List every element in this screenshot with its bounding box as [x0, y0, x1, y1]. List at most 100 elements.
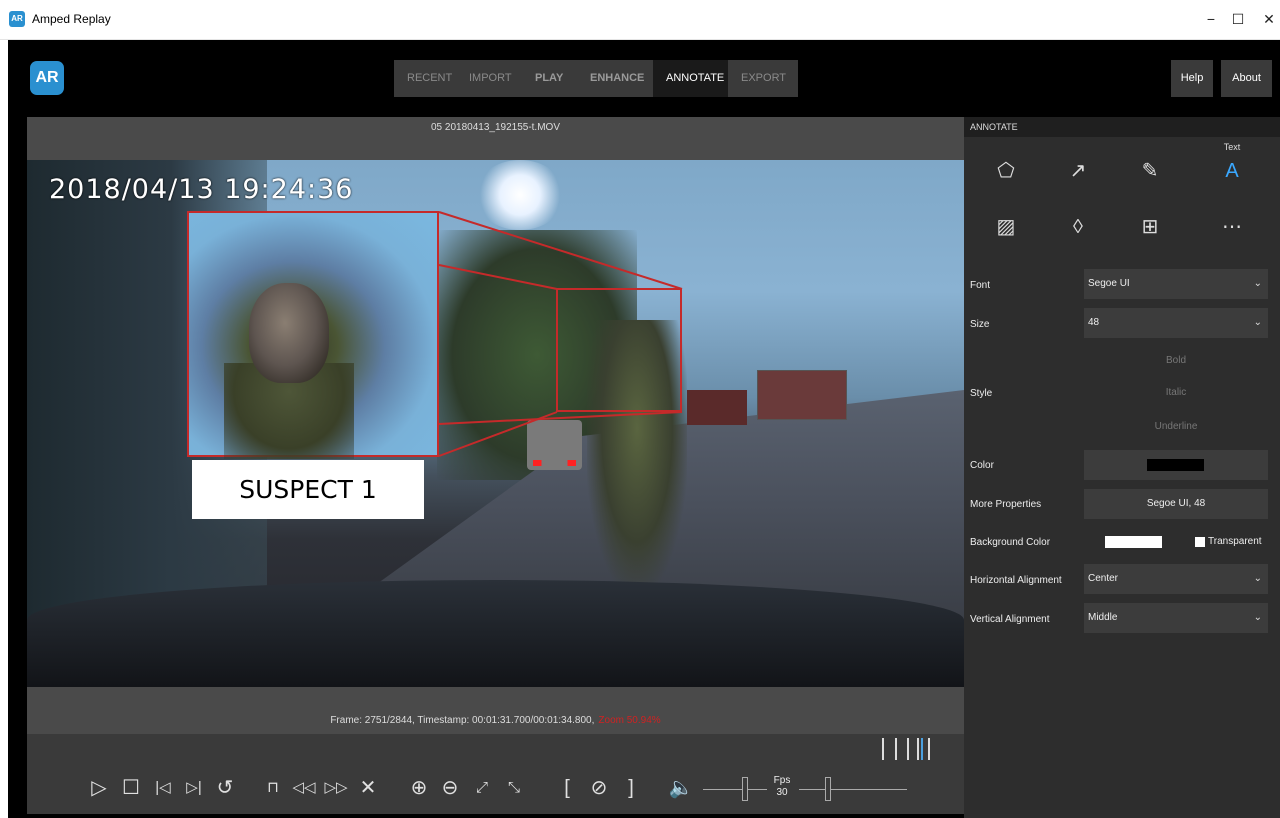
app-icon: AR — [9, 11, 25, 27]
more-icon[interactable]: ⋯ — [1202, 207, 1262, 247]
text-icon[interactable]: Text A — [1202, 142, 1262, 191]
timeline-marker[interactable] — [907, 738, 909, 760]
video-viewer: 05 20180413_192155-t.MOV 2018/04/13 19:2… — [27, 117, 964, 764]
bold-button[interactable]: Bold — [1084, 346, 1268, 376]
magnifier-connector-lines — [438, 211, 683, 457]
horizontal-alignment-value: Center — [1088, 573, 1119, 584]
horizontal-alignment-dropdown[interactable]: Center ⌄ — [1084, 564, 1268, 594]
maximize-button[interactable]: ☐ — [1223, 8, 1253, 30]
mark-in-icon[interactable]: [ — [553, 773, 581, 803]
chevron-down-icon: ⌄ — [1253, 573, 1262, 584]
transparent-label: Transparent — [1208, 536, 1262, 547]
background-color-swatch[interactable] — [1105, 536, 1162, 548]
text-color-swatch — [1147, 459, 1204, 471]
tab-import[interactable]: IMPORT — [456, 60, 522, 97]
timeline-marker[interactable] — [917, 738, 919, 760]
annotation-tools: ⬠ ↗ ✎ Text A ▨ ◊ ⊞ ⋯ — [964, 137, 1280, 267]
timeline-marker[interactable] — [882, 738, 884, 760]
shape-icon[interactable]: ⬠ — [976, 151, 1036, 191]
fps-title: Fps — [773, 775, 791, 786]
fps-slider-track[interactable] — [799, 789, 907, 790]
stop-icon[interactable]: ☐ — [117, 773, 145, 803]
close-window-button[interactable]: ✕ — [1254, 8, 1280, 30]
timeline-playhead[interactable] — [921, 738, 923, 760]
background-color-label: Background Color — [970, 537, 1051, 548]
zoom-level-text: Zoom 50.94% — [598, 715, 661, 726]
font-label: Font — [970, 280, 991, 291]
window-title: Amped Replay — [32, 12, 111, 26]
timeline-marker[interactable] — [895, 738, 897, 760]
fps-value: 30 — [776, 787, 788, 798]
window-titlebar: AR Amped Replay − ☐ ✕ — [0, 0, 1280, 40]
volume-slider-handle[interactable] — [742, 777, 748, 801]
italic-button[interactable]: Italic — [1084, 378, 1268, 408]
volume-icon[interactable]: 🔈 — [667, 773, 695, 803]
volume-slider-track[interactable] — [703, 789, 767, 790]
text-tool-label: Text — [1223, 142, 1241, 152]
play-icon[interactable]: ▷ — [85, 773, 113, 803]
blur-icon[interactable]: ◊ — [1048, 207, 1108, 247]
collapse-icon[interactable]: ⤡ — [500, 773, 528, 803]
mark-out-icon[interactable]: ] — [617, 773, 645, 803]
file-name: 05 20180413_192155-t.MOV — [431, 122, 560, 133]
previous-frame-icon[interactable]: |◁ — [149, 773, 177, 803]
arrow-icon[interactable]: ↗ — [1048, 151, 1108, 191]
tab-play[interactable]: PLAY — [522, 60, 577, 97]
magnify-icon[interactable]: ⊞ — [1120, 207, 1180, 247]
app-main: AR RECENT IMPORT PLAY ENHANCE ANNOTATE E… — [8, 40, 1280, 818]
timeline[interactable] — [27, 734, 964, 764]
magnified-face — [249, 283, 329, 383]
underline-button[interactable]: Underline — [1084, 412, 1268, 442]
frame-timestamp-text: Frame: 2751/2844, Timestamp: 00:01:31.70… — [330, 715, 595, 726]
style-label: Style — [970, 388, 993, 399]
timeline-marker[interactable] — [928, 738, 930, 760]
fps-label: Fps 30 — [770, 775, 794, 799]
vertical-alignment-value: Middle — [1088, 612, 1118, 623]
size-dropdown[interactable]: 48 ⌄ — [1084, 308, 1268, 338]
help-button[interactable]: Help — [1171, 60, 1213, 97]
zoom-in-icon[interactable]: ⊕ — [405, 773, 433, 803]
more-properties-label: More Properties — [970, 499, 1042, 510]
image-icon[interactable]: ▨ — [976, 207, 1036, 247]
chevron-down-icon: ⌄ — [1253, 612, 1262, 623]
transparent-checkbox[interactable] — [1195, 537, 1205, 547]
color-picker[interactable] — [1084, 450, 1268, 480]
clear-marks-icon[interactable]: ⊘ — [585, 773, 613, 803]
rewind-icon[interactable]: ◁◁ — [290, 773, 318, 803]
workflow-tabs: RECENT IMPORT PLAY ENHANCE ANNOTATE EXPO… — [394, 60, 798, 97]
magnifier-annotation[interactable] — [187, 211, 439, 459]
panel-title: ANNOTATE — [964, 117, 1280, 137]
bookmark-icon[interactable]: ⊓ — [259, 773, 287, 803]
font-value: Segoe UI — [1088, 278, 1130, 289]
frame-info: Frame: 2751/2844, Timestamp: 00:01:31.70… — [27, 715, 964, 733]
top-navigation-bar: AR RECENT IMPORT PLAY ENHANCE ANNOTATE E… — [8, 40, 1280, 117]
loop-icon[interactable]: ↺ — [211, 773, 239, 803]
minimize-button[interactable]: − — [1196, 8, 1226, 30]
video-frame[interactable]: 2018/04/13 19:24:36 SUSPECT 1 — [27, 160, 964, 687]
vertical-alignment-label: Vertical Alignment — [970, 614, 1050, 625]
fps-slider-handle[interactable] — [825, 777, 831, 801]
tab-enhance[interactable]: ENHANCE — [577, 60, 653, 97]
chevron-down-icon: ⌄ — [1253, 317, 1262, 328]
horizontal-alignment-label: Horizontal Alignment — [970, 575, 1062, 586]
about-button[interactable]: About — [1221, 60, 1272, 97]
font-dropdown[interactable]: Segoe UI ⌄ — [1084, 269, 1268, 299]
annotate-panel: ANNOTATE ⬠ ↗ ✎ Text A ▨ ◊ ⊞ ⋯ Font Segoe … — [964, 117, 1280, 818]
tab-export[interactable]: EXPORT — [728, 60, 798, 97]
chevron-down-icon: ⌄ — [1253, 278, 1262, 289]
fast-forward-icon[interactable]: ▷▷ — [322, 773, 350, 803]
vertical-alignment-dropdown[interactable]: Middle ⌄ — [1084, 603, 1268, 633]
tab-recent[interactable]: RECENT — [394, 60, 456, 97]
text-annotation[interactable]: SUSPECT 1 — [192, 460, 424, 519]
tab-annotate[interactable]: ANNOTATE — [653, 60, 728, 97]
close-icon[interactable]: ✕ — [354, 773, 382, 803]
pencil-icon[interactable]: ✎ — [1120, 151, 1180, 191]
color-label: Color — [970, 460, 994, 471]
size-value: 48 — [1088, 317, 1100, 328]
expand-icon[interactable]: ⤢ — [468, 773, 496, 803]
more-properties-button[interactable]: Segoe UI, 48 — [1084, 489, 1268, 519]
magnifier-source-region[interactable] — [556, 288, 682, 412]
size-label: Size — [970, 319, 990, 330]
zoom-out-icon[interactable]: ⊖ — [436, 773, 464, 803]
next-frame-icon[interactable]: ▷| — [180, 773, 208, 803]
